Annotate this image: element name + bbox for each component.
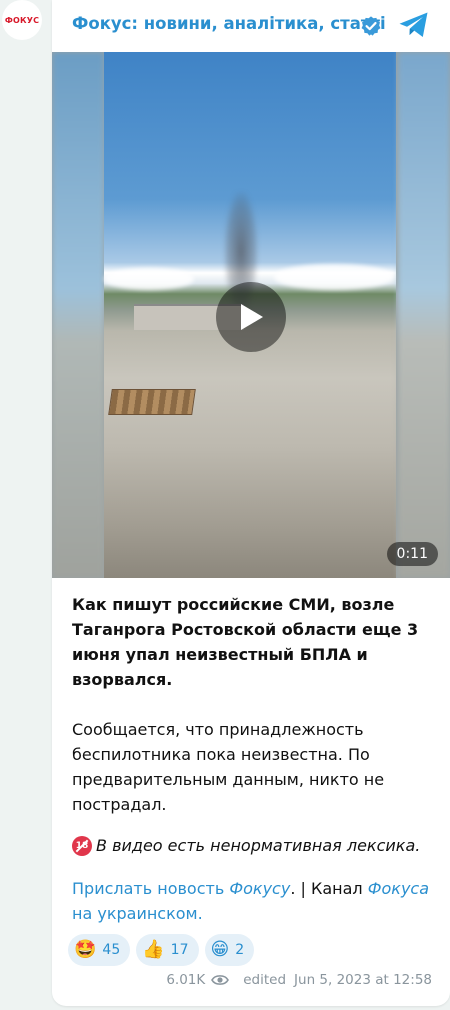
reaction-thumbs-up[interactable]: 👍 17 [136,934,199,966]
ukrainian-channel-link-tail[interactable]: на украинском. [72,904,203,923]
send-news-link[interactable]: Прислать новость Фокусу [72,879,290,898]
reaction-count: 2 [235,942,245,958]
post-timestamp: Jun 5, 2023 at 12:58 [294,972,432,988]
cloud [274,264,394,290]
grin-emoji-icon: 😁 [210,939,230,960]
post-body: Сообщается, что принадлежность беспилотн… [72,720,385,814]
wooden-pallet [108,389,196,415]
video-blur-right [398,52,450,578]
video-duration: 0:11 [386,542,438,566]
content-warning: 18 В видео есть ненормативная лексика. [72,833,442,858]
links-separator: . | Канал [290,879,368,898]
post-text: Как пишут российские СМИ, возле Таганрог… [72,592,442,926]
post-header: Фокус: новини, аналітика, статті [52,0,450,50]
cloud [104,268,194,290]
video-player[interactable]: 0:11 [52,52,450,578]
star-struck-emoji-icon: 🤩 [74,939,97,960]
reaction-grin[interactable]: 😁 2 [204,934,255,966]
verified-badge-icon [361,16,381,36]
post-links: Прислать новость Фокусу. | Канал Фокуса … [72,876,442,926]
post-footer: 6.01K edited Jun 5, 2023 at 12:58 [166,972,432,988]
telegram-logo-icon[interactable] [398,11,430,39]
reaction-count: 17 [170,942,189,958]
avatar-logo-text: ФОКУС [4,15,40,25]
video-blur-left [52,52,104,578]
eye-icon [211,975,230,985]
channel-name-link[interactable]: Фокус: новини, аналітика, статті [72,14,386,33]
play-button[interactable] [216,282,286,352]
thumbs-up-emoji-icon: 👍 [142,939,165,960]
view-count: 6.01K [166,972,206,988]
reaction-count: 45 [102,942,121,958]
post-card: Фокус: новини, аналітика, статті 0:11 Ка… [52,0,450,1006]
edited-label: edited [243,972,287,988]
ukrainian-channel-link[interactable]: Фокуса [368,879,429,898]
post-headline: Как пишут российские СМИ, возле Таганрог… [72,595,419,689]
channel-avatar[interactable]: ФОКУС [2,0,42,40]
reaction-star-struck[interactable]: 🤩 45 [68,934,131,966]
content-warning-text: В видео есть ненормативная лексика. [96,836,421,855]
reactions-bar: 🤩 45 👍 17 😁 2 [68,934,255,966]
adult-content-icon: 18 [72,836,92,856]
play-icon [241,304,263,330]
